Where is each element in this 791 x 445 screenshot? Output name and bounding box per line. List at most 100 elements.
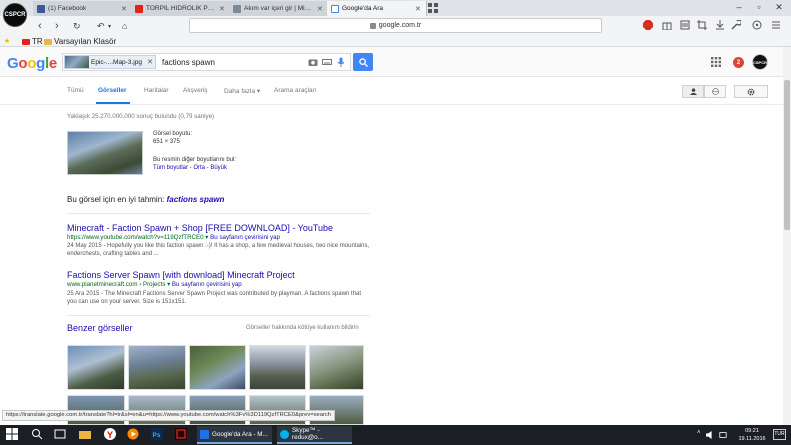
similar-images-title[interactable]: Benzer görseller (67, 323, 133, 333)
result-snippet: 24 May 2015 - Hopefully you like this fa… (67, 243, 370, 257)
shield-icon (233, 4, 241, 13)
news-icon[interactable] (680, 20, 690, 30)
similar-image[interactable] (128, 345, 186, 390)
windows-start-icon[interactable] (6, 428, 18, 440)
chevron-down-icon[interactable]: ▾ (108, 23, 111, 30)
close-icon[interactable]: ✕ (415, 5, 422, 13)
undo-icon[interactable]: ↶ (97, 21, 105, 32)
maximize-icon[interactable]: ▫ (753, 2, 765, 12)
tab-forum[interactable]: Akım var içeri gir | Minecr... ✕ (229, 1, 329, 16)
menu-icon[interactable] (752, 20, 762, 30)
folder-icon (44, 38, 52, 45)
tab-shopping[interactable]: Alışveriş (183, 87, 208, 94)
gift-icon[interactable] (662, 20, 672, 30)
adblock-icon[interactable] (643, 20, 653, 30)
query-image[interactable] (67, 131, 143, 175)
yandex-icon[interactable]: Y (104, 428, 116, 440)
profile-logo[interactable]: CSPCR (3, 3, 27, 27)
scrollbar-thumb[interactable] (784, 80, 790, 230)
tab-facebook[interactable]: (1) Facebook ✕ (33, 1, 133, 16)
image-size-label: Görsel boyutu: (153, 131, 193, 137)
divider (67, 315, 370, 316)
volume-icon[interactable] (706, 431, 714, 439)
tab-google[interactable]: Google'da Ara ✕ (327, 1, 427, 16)
avatar[interactable]: CSPCR (752, 54, 768, 70)
chevron-up-icon[interactable]: ˄ (697, 430, 701, 436)
tab-more[interactable]: Daha fazla ▾ (224, 87, 260, 95)
bookmark-tr[interactable]: TR (22, 37, 43, 46)
download-icon[interactable] (715, 20, 725, 30)
search-box[interactable]: Epic-....Map-3.jpg ✕ factions spawn (62, 53, 351, 71)
network-icon[interactable] (719, 431, 727, 439)
best-guess-link[interactable]: factions spawn (167, 195, 225, 204)
acrobat-icon[interactable] (175, 428, 187, 440)
similar-image[interactable] (309, 345, 364, 390)
youtube-icon (135, 4, 143, 13)
google-logo[interactable]: Google (7, 55, 57, 72)
tab-youtube[interactable]: TORPİL HIDROLİK PRES İ... ✕ (131, 1, 231, 16)
youtube-icon (22, 38, 30, 45)
tab-all[interactable]: Tümü (67, 87, 84, 94)
search-icon[interactable] (31, 428, 43, 440)
minimize-icon[interactable]: – (733, 2, 745, 12)
apps-grid-icon[interactable] (711, 57, 721, 67)
task-view-icon[interactable] (54, 428, 66, 440)
settings-button[interactable] (734, 85, 768, 98)
status-url: https://translate.google.com.tr/translat… (2, 410, 335, 421)
close-icon[interactable]: ✕ (219, 5, 226, 13)
report-abuse-link[interactable]: Görseller hakkında kötüye kullanım bildi… (246, 325, 359, 331)
personal-results-button[interactable] (682, 85, 704, 98)
back-icon[interactable]: ‹ (38, 20, 42, 32)
similar-image[interactable] (189, 345, 246, 390)
search-image-chip[interactable]: Epic-....Map-3.jpg ✕ (64, 55, 156, 69)
language-indicator[interactable]: TUR (773, 429, 786, 440)
bookmark-folder[interactable]: Varsayılan Klasör (44, 37, 116, 46)
wrench-icon[interactable] (731, 20, 741, 30)
address-bar[interactable]: google.com.tr (189, 18, 602, 33)
similar-image[interactable] (67, 345, 125, 390)
global-results-button[interactable] (704, 85, 726, 98)
photoshop-icon[interactable]: Ps (151, 428, 163, 440)
tab-maps[interactable]: Haritalar (144, 87, 169, 94)
tab-search-tools[interactable]: Arama araçları (274, 87, 317, 94)
window-close-icon[interactable]: ✕ (773, 2, 785, 13)
home-icon[interactable]: ⌂ (122, 21, 127, 31)
file-explorer-icon[interactable] (79, 428, 91, 440)
close-icon[interactable]: ✕ (317, 5, 324, 13)
crop-icon[interactable] (697, 20, 707, 30)
lock-icon (369, 22, 376, 29)
keyboard-icon[interactable] (322, 57, 332, 67)
size-links[interactable]: Tüm boyutlar - Orta - Büyük (153, 165, 227, 171)
search-button[interactable] (353, 53, 373, 71)
facebook-icon (37, 4, 45, 13)
result-title[interactable]: Factions Server Spawn [with download] Mi… (67, 270, 295, 280)
taskbar (0, 425, 791, 445)
close-icon[interactable]: ✕ (147, 58, 153, 66)
notification-badge[interactable]: 2 (733, 57, 744, 68)
tab-grid-icon[interactable] (428, 3, 438, 13)
search-input[interactable]: factions spawn (162, 58, 308, 67)
similar-image[interactable] (249, 345, 306, 390)
search-icon (358, 57, 368, 67)
star-icon[interactable]: ★ (4, 37, 10, 45)
media-player-icon[interactable] (127, 428, 139, 440)
taskbar-app-skype[interactable]: Skype™ - redux@o... (277, 426, 352, 444)
bookmarks-bar (0, 35, 791, 47)
hamburger-icon[interactable] (771, 20, 781, 30)
microphone-icon[interactable] (336, 57, 346, 67)
taskbar-app-browser[interactable]: Google'da Ara - M... (197, 426, 272, 444)
taskbar-clock[interactable]: 09:21 19.11.2016 (734, 427, 770, 443)
gear-icon (747, 88, 755, 95)
image-size-value: 651 × 375 (153, 139, 180, 145)
reload-icon[interactable]: ↻ (73, 21, 81, 32)
chevron-down-icon: ▾ (256, 88, 261, 95)
forward-icon[interactable]: › (55, 20, 59, 32)
active-tab-indicator (96, 102, 130, 104)
tab-images[interactable]: Görseller (98, 87, 127, 94)
result-title[interactable]: Minecraft - Faction Spawn + Shop [FREE D… (67, 223, 333, 233)
translate-link[interactable]: Bu sayfanın çevirisini yap (210, 234, 280, 241)
result-url: www.planetminecraft.com › Projects ▾ Bu … (67, 281, 242, 288)
translate-link[interactable]: Bu sayfanın çevirisini yap (172, 281, 242, 288)
camera-icon[interactable] (308, 57, 318, 67)
close-icon[interactable]: ✕ (121, 5, 128, 13)
